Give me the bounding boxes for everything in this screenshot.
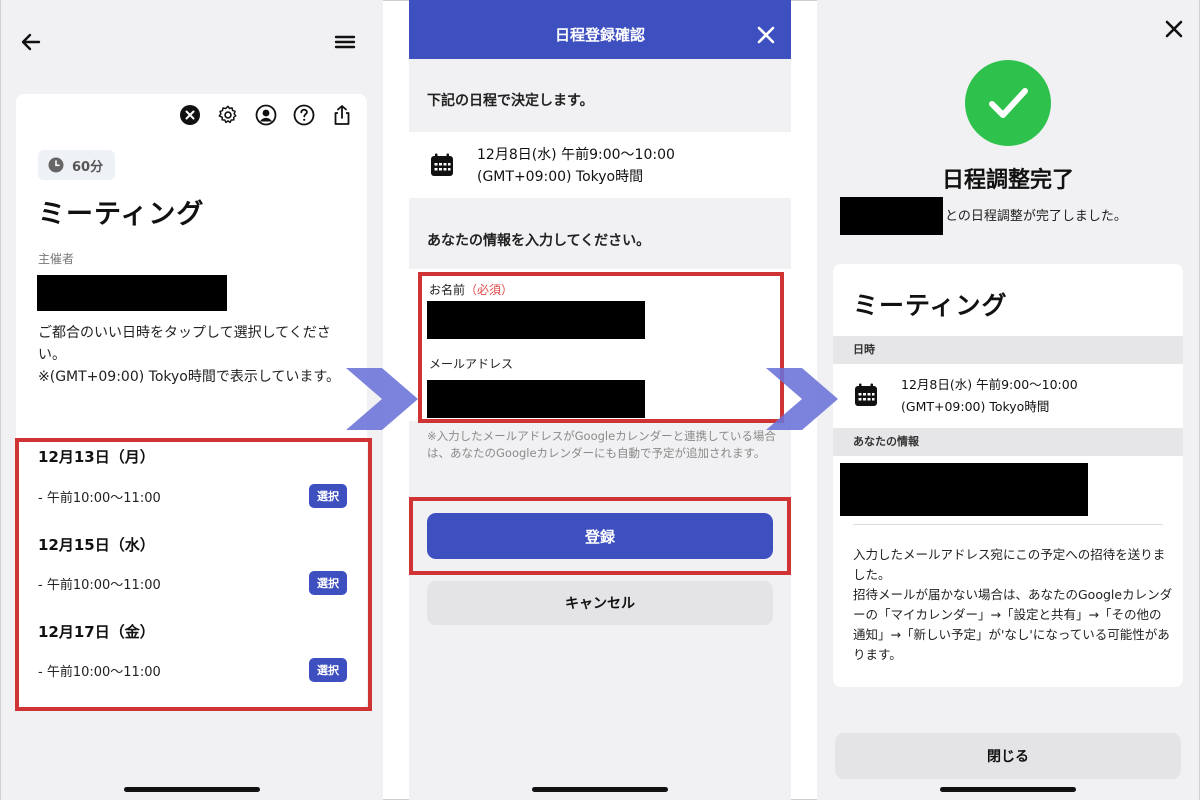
calendar-sync-note: ※入力したメールアドレスがGoogleカレンダーと連携している場合は、あなたのG… [427, 429, 776, 460]
share-icon[interactable] [331, 104, 353, 126]
datetime-line1: 12月8日(水) 午前9:00〜10:00 [477, 147, 675, 163]
home-indicator [124, 787, 260, 792]
datetime-text: 12月8日(水) 午前9:00〜10:00 (GMT+09:00) Tokyo時… [477, 144, 675, 188]
datetime-line2: (GMT+09:00) Tokyo時間 [477, 169, 644, 185]
home-indicator [940, 787, 1076, 792]
duration-badge: 60分 [38, 150, 116, 180]
instructions-text: ご都合のいい日時をタップして選択してください。 ※(GMT+09:00) Tok… [38, 322, 358, 388]
modal-header: 日程登録確認 [409, 0, 791, 59]
event-title: ミーティング [853, 291, 1008, 320]
event-summary-card: ミーティング 日時 12月8日(水) 午前9:00〜10:00 (GMT+09:… [833, 264, 1183, 687]
close-icon[interactable] [755, 24, 777, 46]
cancel-button[interactable]: キャンセル [427, 581, 773, 625]
schedule-complete-screen: 日程調整完了 との日程調整が完了しました。 ミーティング 日時 12月8日(水)… [817, 0, 1199, 800]
event-title: ミーティング [38, 199, 205, 230]
help-icon[interactable] [293, 104, 315, 126]
decision-text: 下記の日程で決定します。 [427, 93, 594, 109]
selected-datetime: 12月8日(水) 午前9:00〜10:00 (GMT+09:00) Tokyo時… [409, 132, 791, 198]
redacted-organizer-name [37, 275, 227, 311]
redacted-user-info [840, 463, 1088, 516]
flow-arrow-icon [766, 368, 838, 430]
divider [853, 524, 1163, 525]
close-icon[interactable] [1163, 18, 1185, 40]
gear-icon[interactable] [217, 104, 239, 126]
datetime-line1: 12月8日(水) 午前9:00〜10:00 [901, 377, 1078, 392]
datetime-line2: (GMT+09:00) Tokyo時間 [901, 399, 1050, 414]
invite-message: 入力したメールアドレス宛にこの予定への招待を送りました。 招待メールが届かない場… [853, 545, 1173, 665]
invite-line1: 入力したメールアドレス宛にこの予定への招待を送りました。 [853, 547, 1166, 582]
highlight-form-box [418, 272, 784, 423]
success-check-icon [965, 60, 1051, 146]
home-indicator [532, 787, 668, 792]
hamburger-menu-icon[interactable] [333, 30, 357, 54]
timezone-note: ※(GMT+09:00) Tokyo時間で表示しています。 [38, 369, 341, 385]
duration-label: 60分 [72, 159, 104, 175]
modal-title: 日程登録確認 [554, 26, 645, 44]
flow-arrow-icon [346, 368, 418, 430]
organizer-label: 主催者 [38, 252, 75, 266]
close-button[interactable]: 閉じる [835, 733, 1181, 779]
back-arrow-icon[interactable] [19, 30, 43, 54]
highlight-slots-box [15, 438, 372, 711]
calendar-icon [855, 383, 877, 406]
card-toolbar [179, 104, 353, 126]
datetime-section-header: 日時 [833, 336, 1183, 364]
user-circle-icon[interactable] [255, 104, 277, 126]
schedule-selection-screen: 60分 ミーティング 主催者 ご都合のいい日時をタップして選択してください。 ※… [1, 0, 383, 800]
close-circle-icon[interactable] [179, 104, 201, 126]
calendar-icon [431, 153, 453, 176]
datetime-text: 12月8日(水) 午前9:00〜10:00 (GMT+09:00) Tokyo時… [901, 374, 1078, 418]
instructions-line1: ご都合のいい日時をタップして選択してください。 [38, 325, 331, 363]
redacted-organizer-name [840, 197, 943, 235]
registration-confirm-screen: 日程登録確認 下記の日程で決定します。 12月8日(水) 午前9:00〜10:0… [409, 0, 791, 800]
clock-icon [48, 157, 64, 173]
completion-subtitle: との日程調整が完了しました。 [945, 209, 1127, 224]
your-info-section-header: あなたの情報 [833, 428, 1183, 456]
highlight-register-box [409, 497, 791, 575]
invite-line2: 招待メールが届かない場合は、あなたのGoogleカレンダーの「マイカレンダー」→… [853, 587, 1173, 662]
info-prompt: あなたの情報を入力してください。 [427, 233, 651, 249]
completion-title: 日程調整完了 [941, 168, 1074, 193]
